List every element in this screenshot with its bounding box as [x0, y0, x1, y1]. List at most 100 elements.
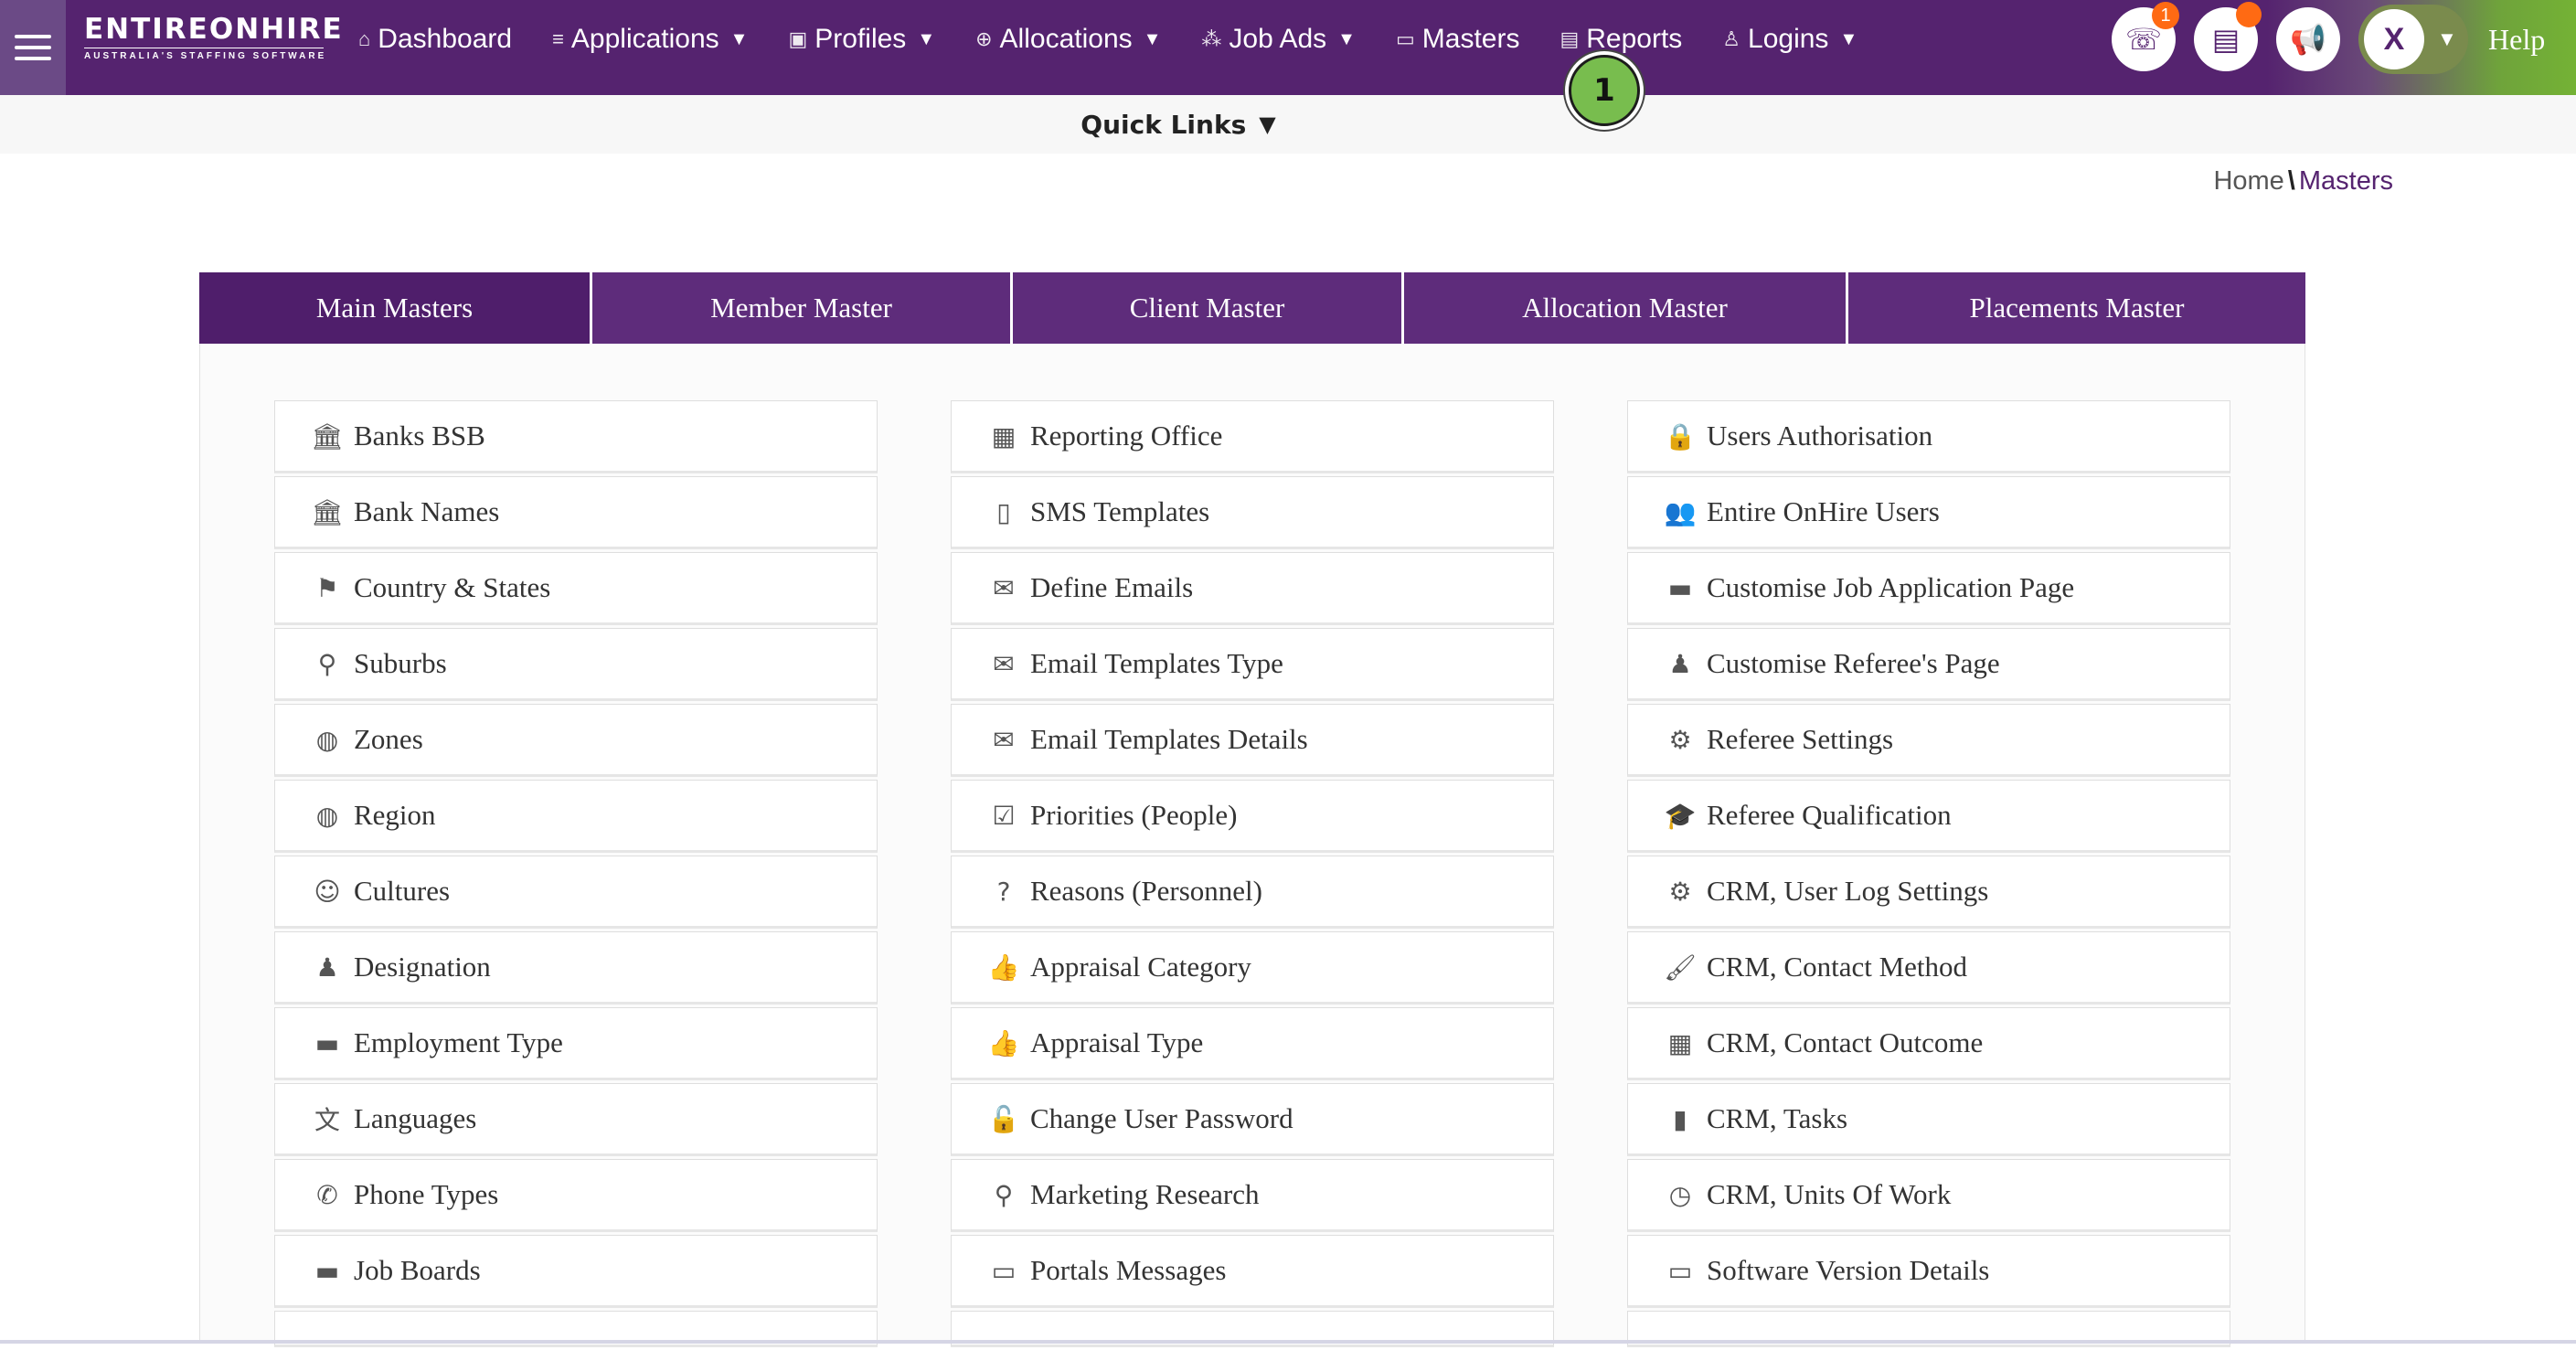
nav-profiles[interactable]: ▣ Profiles ▼	[788, 24, 935, 55]
master-item[interactable]: ▬ Customise Job Application Page	[1627, 552, 2230, 625]
master-item[interactable]: ? Reasons (Personnel)	[951, 856, 1554, 929]
masters-column-left: 🏛 Banks BSB 🏛 Bank Names ⚑ Country & States…	[274, 400, 878, 1350]
nav-allocations[interactable]: ⊕ Allocations ▼	[975, 24, 1161, 55]
master-item[interactable]: ☺ Cultures	[274, 856, 878, 929]
nav-label: Masters	[1421, 24, 1520, 54]
master-item[interactable]: 🏛 Banks BSB	[274, 400, 878, 473]
briefcase-icon: ▬	[314, 1027, 340, 1058]
master-item[interactable]: ◍ Zones	[274, 704, 878, 777]
master-item-label: Languages	[354, 1102, 477, 1134]
master-item[interactable]: ⚑ Country & States	[274, 552, 878, 625]
briefcase-icon: ▬	[1667, 572, 1693, 603]
calendar-icon: ▦	[1667, 1027, 1693, 1058]
master-tabs: Main Masters Member Master Client Master…	[199, 272, 2305, 344]
master-item[interactable]: ⚲ Marketing Research	[951, 1159, 1554, 1232]
master-item[interactable]: 🖌 CRM, Contact Method	[1627, 931, 2230, 1005]
master-item[interactable]: 👍 Appraisal Type	[951, 1007, 1554, 1080]
master-item[interactable]: 🏛 Bank Names	[274, 476, 878, 549]
master-item[interactable]: ▦ CRM, Contact Outcome	[1627, 1007, 2230, 1080]
id-card-icon: ▣	[788, 27, 808, 50]
tab-client-master[interactable]: Client Master	[1013, 272, 1404, 344]
master-item-label: Email Templates Type	[1030, 647, 1283, 679]
map-pin-icon: ⚲	[317, 648, 337, 679]
master-item-label: Job Boards	[354, 1254, 481, 1286]
master-item[interactable]: ✉ Email Templates Type	[951, 628, 1554, 701]
user-plus-icon: ♟	[1668, 648, 1692, 679]
nav-label: Logins	[1748, 24, 1829, 54]
monitor-icon: ▭	[991, 1255, 1017, 1286]
master-item-label: Referee Settings	[1707, 723, 1894, 755]
master-item-label: Cultures	[354, 875, 451, 907]
master-item[interactable]: ▭ Software Version Details	[1627, 1235, 2230, 1308]
nav-label: Profiles	[814, 24, 907, 54]
tab-member-master[interactable]: Member Master	[592, 272, 1013, 344]
master-item[interactable]: ◍ Region	[274, 780, 878, 853]
logo[interactable]: ENTIREONHIRE AUSTRALIA'S STAFFING SOFTWA…	[84, 13, 344, 66]
chevron-down-icon: ▼	[2437, 27, 2457, 50]
master-item[interactable]: 👍 Appraisal Category	[951, 931, 1554, 1005]
master-item[interactable]: 🎓 Referee Qualification	[1627, 780, 2230, 853]
master-item-label: Designation	[354, 951, 491, 983]
master-item-label: Customise Referee's Page	[1707, 647, 2000, 679]
logo-main-text: ENTIREONHIRE	[84, 13, 344, 46]
master-item[interactable]: ▭ Portals Messages	[951, 1235, 1554, 1308]
user-icon: ♙	[1722, 27, 1741, 50]
help-link[interactable]: Help	[2488, 23, 2545, 57]
nav-reports[interactable]: ▤ Reports	[1559, 24, 1682, 55]
master-item[interactable]: ▦ Reporting Office	[951, 400, 1554, 473]
notes-button[interactable]: ▤	[2194, 2, 2262, 71]
master-item[interactable]: ⚙ Referee Settings	[1627, 704, 2230, 777]
call-button[interactable]: ☏ 1	[2112, 2, 2179, 71]
user-menu[interactable]: X ▼	[2358, 5, 2468, 74]
hamburger-menu-button[interactable]	[0, 0, 66, 95]
master-item-label: SMS Templates	[1030, 495, 1210, 527]
master-item[interactable]: ◷ CRM, Units Of Work	[1627, 1159, 2230, 1232]
list-icon: ≡	[552, 27, 564, 50]
master-item[interactable]: ▬ Job Boards	[274, 1235, 878, 1308]
master-item-label: Appraisal Type	[1030, 1026, 1204, 1058]
master-item[interactable]: ⚲ Suburbs	[274, 628, 878, 701]
hamburger-icon	[15, 46, 51, 49]
master-item[interactable]: 🔒 Users Authorisation	[1627, 400, 2230, 473]
nav-logins[interactable]: ♙ Logins ▼	[1722, 24, 1857, 55]
tab-allocation-master[interactable]: Allocation Master	[1404, 272, 1848, 344]
master-item[interactable]: ⚙ CRM, User Log Settings	[1627, 856, 2230, 929]
tab-main-masters[interactable]: Main Masters	[199, 272, 592, 344]
home-icon: ⌂	[358, 27, 371, 50]
master-item[interactable]: ♟ Designation	[274, 931, 878, 1005]
nav-job-ads[interactable]: ⁂ Job Ads ▼	[1201, 24, 1356, 55]
thumbs-up-icon: 👍	[987, 951, 1020, 983]
breadcrumb-separator: \	[2287, 166, 2295, 196]
master-item-label: Entire OnHire Users	[1707, 495, 1940, 527]
logo-sub-text: AUSTRALIA'S STAFFING SOFTWARE	[84, 48, 324, 61]
master-item[interactable]: ✉ Email Templates Details	[951, 704, 1554, 777]
master-item-label: Banks BSB	[354, 420, 485, 452]
nav-masters[interactable]: ▭ Masters	[1396, 24, 1519, 55]
master-item[interactable]: ☑ Priorities (People)	[951, 780, 1554, 853]
checkbox-icon: ☑	[992, 800, 1016, 831]
page-bottom-border	[0, 1340, 2576, 1344]
nav-applications[interactable]: ≡ Applications ▼	[552, 24, 748, 55]
master-item[interactable]: ✉ Define Emails	[951, 552, 1554, 625]
master-item[interactable]: ♟ Customise Referee's Page	[1627, 628, 2230, 701]
quick-links-bar: Quick Links ▼	[0, 95, 2576, 154]
building-icon: ▦	[991, 420, 1017, 452]
master-item[interactable]: 文 Languages	[274, 1083, 878, 1156]
users-icon: 👥	[1664, 496, 1697, 527]
master-item[interactable]: ▮ CRM, Tasks	[1627, 1083, 2230, 1156]
master-item[interactable]: ▬ Employment Type	[274, 1007, 878, 1080]
announcements-button[interactable]: 📢	[2276, 7, 2340, 71]
megaphone-icon: 📢	[2290, 23, 2326, 56]
smile-icon: ☺	[314, 876, 341, 907]
phone-list-icon: ☏	[2124, 23, 2162, 56]
master-item-label: Email Templates Details	[1030, 723, 1308, 755]
briefcase-icon: ▬	[314, 1255, 340, 1286]
master-item[interactable]: ✆ Phone Types	[274, 1159, 878, 1232]
nav-dashboard[interactable]: ⌂ Dashboard	[358, 24, 512, 55]
breadcrumb-home[interactable]: Home	[2213, 166, 2283, 196]
quick-links-toggle[interactable]: Quick Links ▼	[1080, 110, 1275, 140]
master-item[interactable]: 🔓 Change User Password	[951, 1083, 1554, 1156]
master-item[interactable]: ▯ SMS Templates	[951, 476, 1554, 549]
master-item[interactable]: 👥 Entire OnHire Users	[1627, 476, 2230, 549]
tab-placements-master[interactable]: Placements Master	[1848, 272, 2305, 344]
